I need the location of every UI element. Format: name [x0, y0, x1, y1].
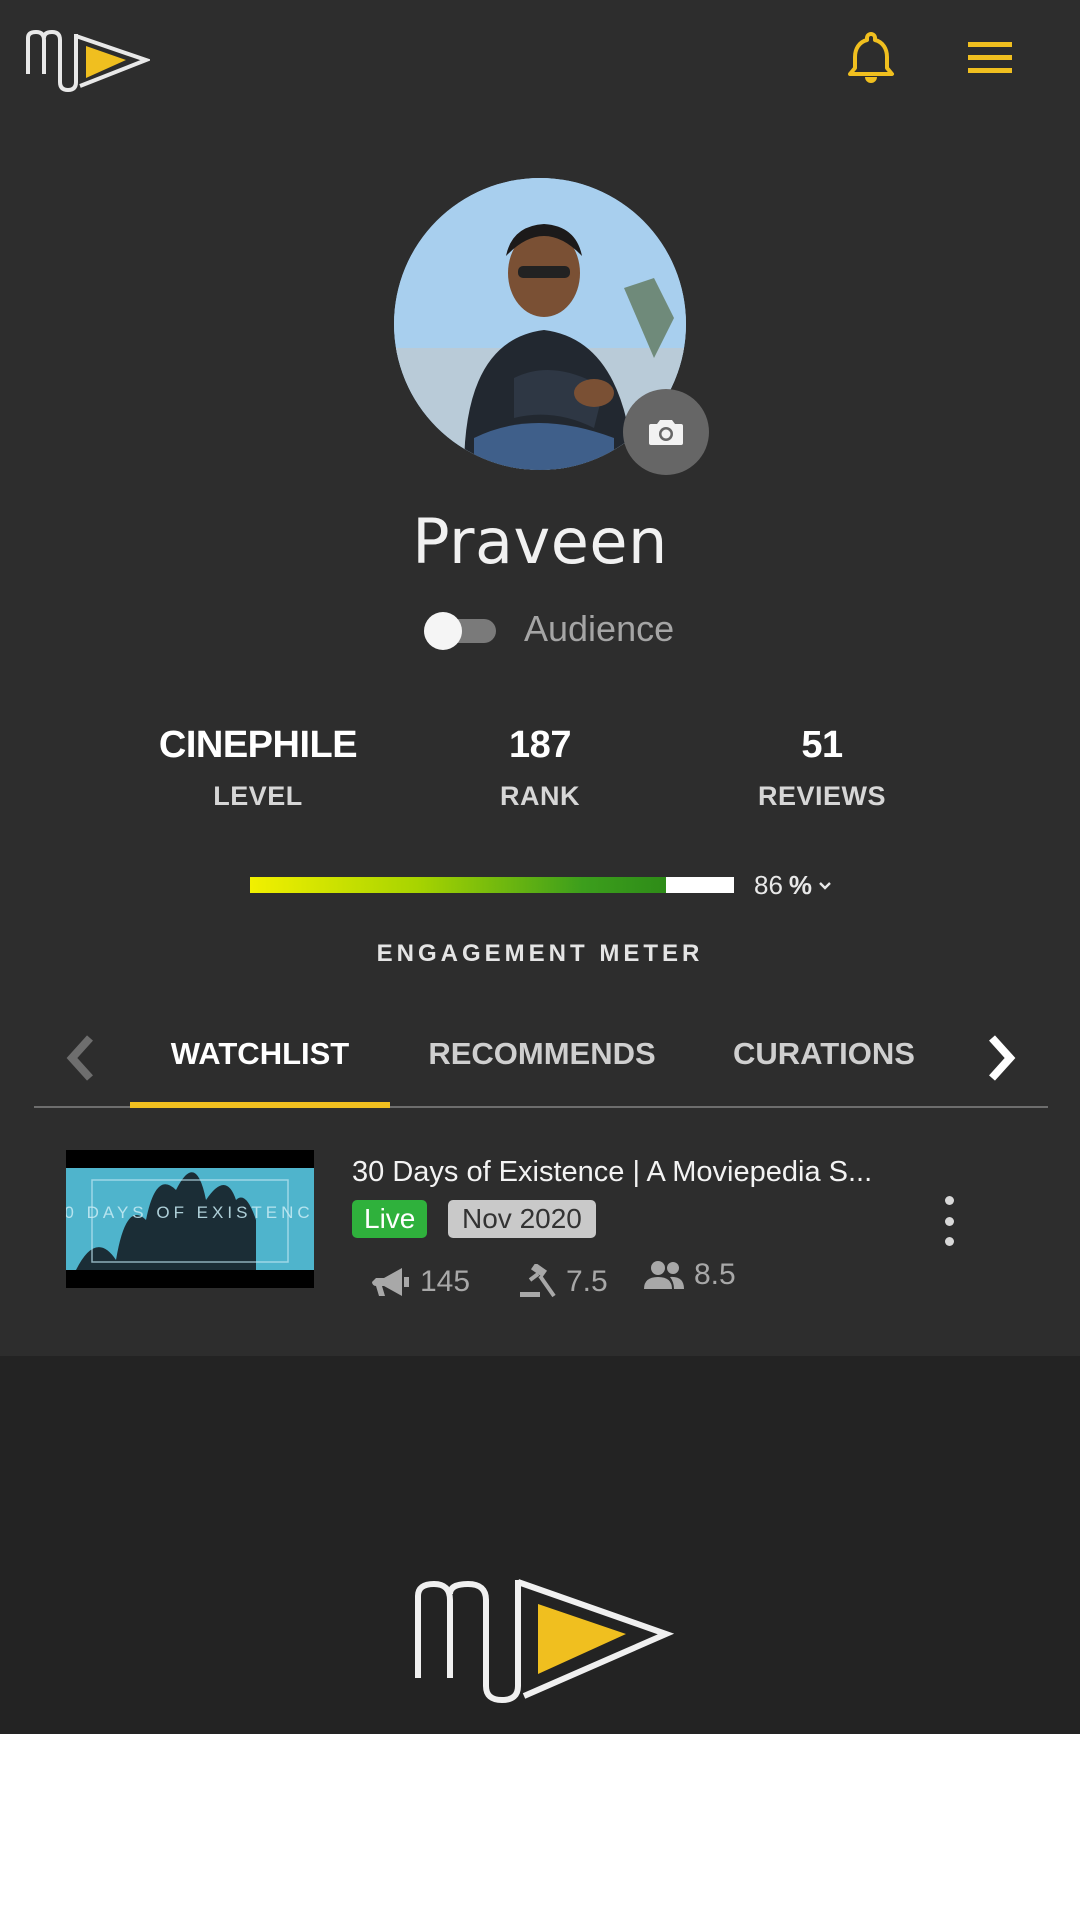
active-tab-indicator: [130, 1102, 390, 1108]
recommends-count-value: 145: [420, 1265, 471, 1298]
hamburger-menu-icon[interactable]: [964, 36, 1016, 80]
audience-toggle-label: Audience: [524, 608, 675, 649]
tab-watchlist[interactable]: WATCHLIST: [130, 1036, 390, 1072]
thumbnail-title: 30 DAYS OF EXISTENCE: [66, 1203, 314, 1222]
profile-name: Praveen: [412, 505, 668, 578]
audience-icon: [644, 1261, 684, 1289]
stat-reviews-label: REVIEWS: [757, 781, 887, 811]
change-photo-button[interactable]: [623, 389, 709, 475]
chevron-right-icon[interactable]: [978, 1030, 1022, 1086]
chevron-down-icon: [819, 881, 831, 890]
tab-recommends[interactable]: RECOMMENDS: [412, 1036, 672, 1072]
stat-rank-value: 187: [509, 724, 571, 766]
date-badge: Nov 2020: [448, 1200, 596, 1238]
watchlist-item-title[interactable]: 30 Days of Existence | A Moviepedia S...: [352, 1156, 872, 1189]
bell-icon[interactable]: [846, 30, 896, 84]
megaphone-icon: [372, 1268, 409, 1296]
stat-rank: 187 RANK: [390, 724, 690, 812]
recommends-count: 145: [372, 1264, 470, 1300]
stat-level-label: LEVEL: [213, 781, 303, 811]
blank-area: [0, 1734, 1080, 1920]
audience-rating-value: 8.5: [694, 1258, 736, 1291]
engagement-meter-bar: [250, 877, 734, 893]
watchlist-item[interactable]: 30 DAYS OF EXISTENCE 30 Days of Existenc…: [0, 1140, 1080, 1320]
camera-icon: [649, 420, 683, 445]
gavel-icon: [520, 1264, 556, 1298]
engagement-meter-value: 86: [754, 870, 783, 900]
stat-reviews-value: 51: [801, 724, 843, 766]
critic-rating: 7.5: [518, 1264, 608, 1300]
tab-curations[interactable]: CURATIONS: [694, 1036, 954, 1072]
stat-level: CINEPHILE LEVEL: [108, 724, 408, 812]
critic-rating-value: 7.5: [566, 1265, 608, 1298]
moviepedia-logo-icon[interactable]: [26, 28, 150, 92]
more-options-icon[interactable]: [938, 1196, 960, 1246]
watchlist-item-thumbnail[interactable]: 30 DAYS OF EXISTENCE: [66, 1150, 314, 1288]
stat-reviews: 51 REVIEWS: [672, 724, 972, 812]
engagement-meter-dropdown[interactable]: 86 %: [754, 870, 832, 901]
audience-toggle-row: Audience: [424, 605, 674, 653]
moviepedia-logo-icon: [415, 1579, 674, 1704]
toggle-knob: [424, 612, 462, 650]
profile-screen: Praveen Audience CINEPHILE LEVEL 187 RAN…: [0, 0, 1080, 1356]
audience-rating: 8.5: [642, 1258, 736, 1292]
engagement-meter-label: ENGAGEMENT METER: [376, 940, 704, 967]
chevron-left-icon[interactable]: [60, 1030, 104, 1086]
stat-level-value: CINEPHILE: [158, 724, 358, 766]
stat-rank-label: RANK: [500, 781, 580, 811]
audience-toggle[interactable]: [424, 612, 496, 650]
engagement-meter-fill: [250, 877, 667, 893]
status-badge: Live: [352, 1200, 428, 1238]
engagement-meter-unit: %: [788, 870, 813, 900]
